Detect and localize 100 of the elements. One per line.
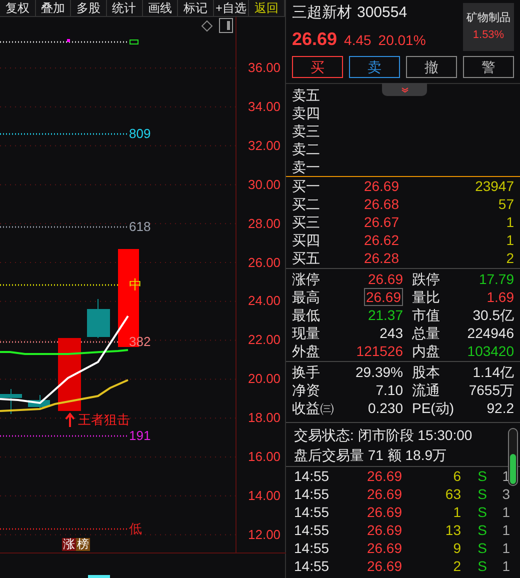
stat-label: 总量 (412, 326, 441, 340)
volume-bar (88, 575, 110, 578)
trade-time: 14:55 (294, 523, 330, 537)
fundamental-value: 92.2 (486, 401, 514, 415)
price-axis-label: 12.00 (248, 528, 281, 541)
marker-icon (130, 40, 138, 44)
stat-value: 26.69 (368, 272, 403, 286)
ask-level-label: 卖三 (292, 124, 320, 138)
trade-volume: 6 (452, 469, 461, 483)
price-axis-label: 32.00 (248, 138, 281, 152)
fundamental-label: PE(动) (412, 401, 455, 415)
chevron-down-icon (400, 86, 408, 92)
stat-value: 21.37 (368, 308, 403, 322)
diamond-icon (201, 20, 213, 32)
stat-label: 最高 (292, 290, 321, 304)
toolbar-button[interactable]: 画线 (142, 0, 178, 16)
price-axis-label: 24.00 (248, 294, 281, 308)
bid-volume: 1 (505, 233, 514, 247)
toolbar-button[interactable]: 返回 (249, 0, 285, 16)
trade-count: 1 (501, 541, 510, 555)
bid-level-label: 买一 (292, 179, 321, 193)
stat-value: 26.69 (364, 288, 403, 306)
trade-side: S (476, 559, 487, 573)
level-label: 618 (129, 220, 151, 233)
scrollbar[interactable] (508, 428, 518, 486)
stat-value: 17.79 (478, 272, 514, 286)
stock-name: 三超新材 (292, 3, 352, 23)
sector-card[interactable]: 矿物制品 1.53% (463, 3, 514, 51)
percent-change: 20.01% (378, 31, 426, 50)
trade-side: S (476, 487, 487, 501)
price-axis-label: 30.00 (248, 178, 281, 191)
toolbar-button[interactable]: 复权 (0, 0, 36, 16)
price-axis-label: 26.00 (248, 256, 281, 268)
trade-side: S (476, 505, 487, 519)
bid-price: 26.67 (362, 215, 399, 229)
price-axis-label: 34.00 (248, 100, 281, 113)
stat-value: 224946 (467, 326, 514, 340)
price-axis-label: 18.00 (248, 411, 281, 424)
trade-action-button[interactable]: 卖 (349, 56, 400, 78)
level-label: 809 (129, 127, 151, 140)
trade-price: 26.69 (366, 541, 402, 555)
sector-change: 1.53% (472, 30, 504, 41)
trade-time: 14:55 (294, 541, 330, 555)
fundamental-value: 7655万 (468, 383, 514, 397)
status-text: 盘后交易量 71 额 18.9万 (294, 448, 446, 462)
stat-label: 量比 (412, 290, 441, 304)
trade-action-button[interactable]: 买 (292, 56, 343, 78)
trade-volume: 63 (444, 487, 461, 501)
ask-level-label: 卖五 (292, 88, 320, 102)
bid-price: 26.28 (362, 251, 399, 265)
bid-volume: 1 (505, 215, 514, 229)
fundamental-label: 换手 (292, 365, 321, 379)
last-price: 26.69 (292, 28, 338, 51)
level-label: 低 (129, 522, 142, 535)
trade-action-button[interactable]: 警 (463, 56, 514, 78)
trade-side: S (476, 523, 487, 537)
stat-label: 跌停 (412, 272, 441, 286)
bid-volume: 23947 (474, 179, 514, 193)
panel-toggle-icon[interactable] (219, 18, 233, 33)
bid-volume: 57 (497, 197, 514, 211)
toolbar-button[interactable]: +自选 (214, 0, 250, 16)
toolbar-button[interactable]: 统计 (106, 0, 142, 16)
bid-level-label: 买五 (292, 251, 321, 265)
bid-level-label: 买三 (292, 215, 321, 229)
fundamental-label: 股本 (412, 365, 441, 379)
level-label: 191 (129, 429, 151, 442)
stat-label: 市值 (412, 308, 441, 322)
trade-volume: 13 (444, 523, 461, 537)
trade-time: 14:55 (294, 469, 330, 483)
fundamental-label: 收益㈢ (292, 401, 335, 415)
bid-level-label: 买四 (292, 233, 321, 247)
price-axis-label: 16.00 (248, 450, 281, 463)
ask-level-label: 卖一 (292, 160, 320, 174)
status-text: 交易状态: 闭市阶段 15:30:00 (294, 428, 472, 442)
price-change: 4.45 (344, 31, 372, 50)
trade-time: 14:55 (294, 559, 330, 573)
stat-value: 243 (380, 326, 403, 340)
toolbar-button[interactable]: 多股 (71, 0, 107, 16)
stock-code: 300554 (357, 3, 408, 23)
arrow-up-icon (65, 412, 75, 428)
candlestick (28, 394, 50, 410)
ask-level-label: 卖二 (292, 142, 320, 156)
bid-price: 26.69 (362, 179, 399, 193)
toolbar-button[interactable]: 叠加 (36, 0, 72, 16)
stat-label: 外盘 (292, 344, 321, 358)
fundamental-label: 流通 (412, 383, 441, 397)
trade-count: 3 (501, 487, 510, 501)
trade-side: S (476, 469, 487, 483)
collapse-tab[interactable] (382, 83, 427, 96)
bid-level-label: 买二 (292, 197, 321, 211)
trade-action-button[interactable]: 撤 (406, 56, 457, 78)
toolbar-button[interactable]: 标记 (178, 0, 214, 16)
price-axis-label: 14.00 (248, 488, 281, 502)
ask-level-label: 卖四 (292, 106, 320, 120)
trade-price: 26.69 (366, 469, 402, 483)
trade-volume: 2 (452, 559, 461, 573)
price-axis-label: 28.00 (248, 216, 281, 230)
bid-price: 26.68 (362, 197, 399, 211)
trade-price: 26.69 (366, 487, 402, 501)
trade-volume: 9 (452, 541, 461, 555)
